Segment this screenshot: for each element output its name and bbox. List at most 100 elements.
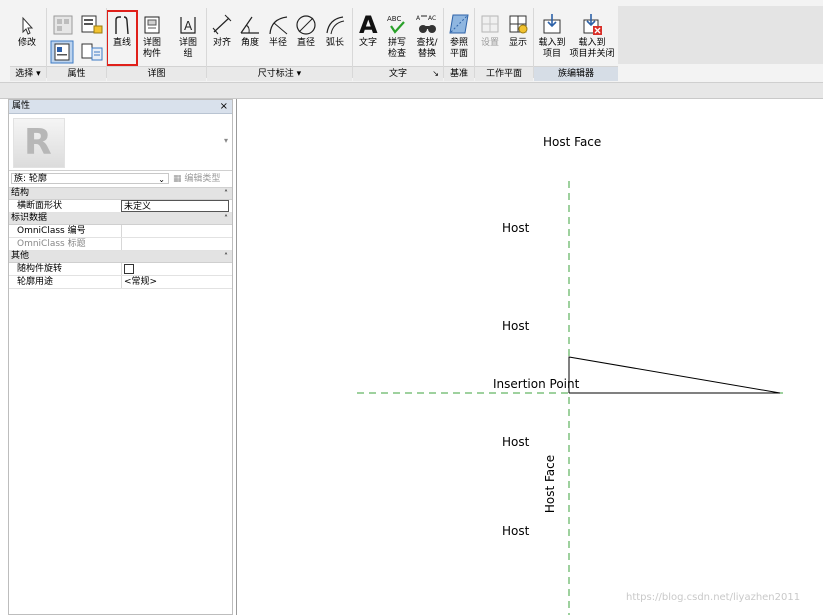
property-label: 轮廓用途 <box>17 277 54 287</box>
watermark: https://blog.csdn.net/liyazhen2011 <box>626 592 801 603</box>
arc-length-icon <box>326 16 345 35</box>
show-work-plane-tool[interactable]: 显示 <box>504 12 532 49</box>
family-selector[interactable]: 族: 轮廓 ⌄ <box>11 173 169 184</box>
profile-sketch-lines[interactable] <box>568 356 781 394</box>
text-a-icon: A <box>359 12 378 36</box>
type-preview[interactable]: R ▾ <box>9 114 232 171</box>
cursor-arrow-icon <box>22 16 34 35</box>
family-selector-value: 族: 轮廓 <box>14 174 47 184</box>
section-identity-title: 标识数据 <box>11 213 48 223</box>
angle-icon <box>240 16 259 34</box>
host-face-top-label: Host Face <box>543 135 602 149</box>
property-row: OmniClass 编号 <box>9 225 232 238</box>
revit-r-icon: R <box>13 118 65 168</box>
collapse-icon[interactable]: ˄ <box>224 251 228 262</box>
property-label: 横断面形状 <box>17 201 63 211</box>
property-label: OmniClass 编号 <box>17 226 86 236</box>
find-replace-tool[interactable]: A AC 查找/ 替换 <box>412 12 442 60</box>
ref-plane-label-2: 平面 <box>449 49 468 59</box>
angular-dimension-tool[interactable]: 角度 <box>236 14 264 49</box>
host-label: Host <box>502 221 530 235</box>
properties-panel: 属性 × R ▾ 族: 轮廓 ⌄ ▦ 编辑类型 结构 ˄ 横断面形状 未定义 标识… <box>8 99 233 615</box>
insertion-point-label: Insertion Point <box>493 377 580 391</box>
property-row: 横断面形状 未定义 <box>9 200 232 213</box>
family-editor-group-label: 族编辑器 <box>534 66 618 81</box>
text-tool[interactable]: A 文字 <box>354 12 382 49</box>
load-into-project-and-close-tool[interactable]: 载入到 项目并关闭 <box>568 12 616 60</box>
radial-dimension-tool[interactable]: 半径 <box>264 14 292 49</box>
set-work-plane-tool[interactable]: 设置 <box>476 12 504 49</box>
drawing-canvas[interactable]: Host Face Host Host Insertion Point Host… <box>236 99 823 615</box>
options-bar <box>0 83 823 99</box>
find-label-2: 替换 <box>417 49 436 59</box>
section-structure[interactable]: 结构 ˄ <box>9 188 232 200</box>
set-work-plane-icon <box>481 15 499 33</box>
detail-component-label-2: 构件 <box>142 49 161 59</box>
family-types-icon[interactable] <box>80 14 104 36</box>
load-into-project-icon <box>543 14 561 34</box>
load-close-label-1: 载入到 <box>578 38 606 48</box>
host-face-vertical-label: Host Face <box>543 454 558 514</box>
reference-plane-tool[interactable]: 参照 平面 <box>444 12 474 60</box>
properties-panel-header: 属性 × <box>9 100 232 114</box>
host-label: Host <box>502 524 530 538</box>
work-plane-group-label: 工作平面 <box>475 66 533 81</box>
select-group-label[interactable]: 选择 ▾ <box>10 66 46 81</box>
detail-component-label-1: 详图 <box>142 38 161 48</box>
edit-type-button[interactable]: ▦ 编辑类型 <box>173 171 220 187</box>
chevron-down-icon[interactable]: ▾ <box>224 136 228 145</box>
diameter-dimension-tool[interactable]: 直径 <box>292 14 320 49</box>
dimension-group-label[interactable]: 尺寸标注 ▾ <box>207 66 352 81</box>
text-group-launcher-icon[interactable]: ↘ <box>432 67 439 81</box>
datum-group-label: 基准 <box>444 66 474 81</box>
detail-group-label-2: 组 <box>183 49 193 59</box>
property-label: 随构件旋转 <box>17 264 63 274</box>
text-group-label: 文字 ↘ <box>353 66 443 81</box>
svg-text:A: A <box>184 19 193 33</box>
spelling-tool[interactable]: ABC 拼写 检查 <box>382 12 412 60</box>
load-and-close-icon <box>583 14 602 35</box>
svg-text:AC: AC <box>428 15 436 22</box>
type-properties-icon[interactable] <box>52 14 74 36</box>
line-tool-highlight <box>106 10 138 66</box>
detail-component-tool[interactable]: 详图 构件 <box>138 14 166 60</box>
spelling-label-1: 拼写 <box>387 38 406 48</box>
load-close-label-2: 项目并关闭 <box>569 49 615 59</box>
svg-text:A: A <box>359 12 378 36</box>
align-label: 对齐 <box>212 38 231 48</box>
arc-length-label: 弧长 <box>325 38 344 48</box>
load-project-label-2: 项目 <box>542 49 561 59</box>
rotate-checkbox[interactable] <box>124 264 134 274</box>
family-row: 族: 轮廓 ⌄ ▦ 编辑类型 <box>9 171 232 188</box>
arc-length-dimension-tool[interactable]: 弧长 <box>320 14 350 49</box>
spelling-label-2: 检查 <box>387 49 406 59</box>
svg-text:ABC: ABC <box>387 15 401 23</box>
section-other[interactable]: 其他 ˄ <box>9 251 232 263</box>
property-value[interactable] <box>121 225 229 237</box>
family-category-icon[interactable] <box>80 42 104 62</box>
collapse-icon[interactable]: ˄ <box>224 188 228 199</box>
load-project-label-1: 载入到 <box>538 38 566 48</box>
close-icon[interactable]: × <box>220 100 228 113</box>
property-value-input[interactable]: 未定义 <box>121 200 229 212</box>
property-value <box>121 238 229 250</box>
detail-group-tool[interactable]: A 详图 组 <box>172 14 204 60</box>
svg-text:A: A <box>416 15 421 22</box>
collapse-icon[interactable]: ˄ <box>224 213 228 224</box>
set-label: 设置 <box>480 38 499 48</box>
section-structure-title: 结构 <box>11 188 30 198</box>
show-work-plane-icon <box>509 15 528 34</box>
property-value[interactable]: <常规> <box>121 276 229 288</box>
properties-panel-title: 属性 <box>12 101 31 111</box>
properties-toggle-icon[interactable] <box>50 40 74 64</box>
detail-group-icon: A <box>180 17 196 34</box>
edit-type-label: 编辑类型 <box>184 174 221 184</box>
detail-group-label-1: 详图 <box>178 38 197 48</box>
modify-tool[interactable]: 修改 <box>10 16 44 49</box>
load-into-project-tool[interactable]: 载入到 项目 <box>535 12 569 60</box>
property-label: OmniClass 标题 <box>17 239 86 249</box>
aligned-dimension-tool[interactable]: 对齐 <box>208 14 236 49</box>
modify-label: 修改 <box>17 38 36 48</box>
section-identity-data[interactable]: 标识数据 ˄ <box>9 213 232 225</box>
ribbon: 修改 直线 详图 构件 A 详图 组 对齐 角度 半径 直径 弧长 A 文字 A… <box>0 0 823 83</box>
